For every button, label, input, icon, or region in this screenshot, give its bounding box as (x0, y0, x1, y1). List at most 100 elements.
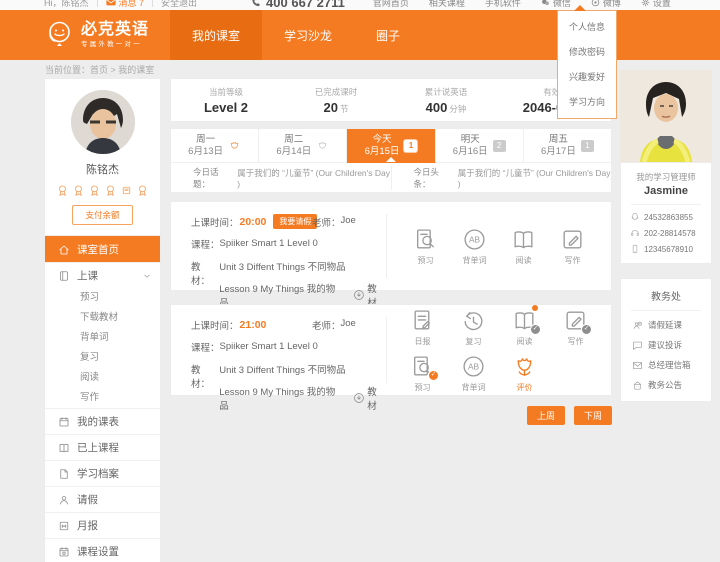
sidebar-item-label: 请假 (77, 492, 98, 507)
request-leave-button[interactable]: 我要请假 (273, 214, 317, 229)
topnav-courses[interactable]: 相关课程 (429, 0, 465, 9)
logout-link[interactable]: 安全退出 (161, 0, 197, 9)
sidebar-subitem-preview[interactable]: 预习 (45, 288, 160, 308)
action-evaluate[interactable]: 评价 (499, 354, 550, 393)
sidebar-item-learning-archive[interactable]: 学习档案 (45, 460, 160, 486)
lesson-card-1: 上课时间： 20:00 我要请假 老师： Joe 课程： Spiiker Sma… (170, 201, 612, 291)
medal-icon (104, 184, 117, 197)
sidebar-item-classroom-home[interactable]: 课室首页 (45, 236, 160, 262)
action-label: 背单词 (462, 382, 486, 393)
sidebar-item-label: 学习档案 (77, 466, 119, 481)
office-item-label: 总经理信箱 (648, 359, 691, 371)
contact-number: 202-28814578 (644, 229, 696, 238)
lesson-time: 20:00 (240, 216, 267, 228)
sidebar-item-label: 课程设置 (77, 544, 119, 559)
brand-logo[interactable]: 必克英语 专属外教一对一 (46, 10, 164, 60)
action-review[interactable]: 复习 (448, 308, 499, 347)
lesson-time: 21:00 (240, 319, 267, 331)
action-label: 阅读 (516, 255, 532, 266)
manager-qq: 24532863855 (621, 212, 711, 222)
stats-bar: 当前等级 Level 2 已完成课时 20节 累计说英语 400分钟 有效期 2… (170, 78, 612, 122)
day-tab-today[interactable]: 今天 6月15日 1 (347, 129, 435, 163)
sidebar-subitem-reading[interactable]: 阅读 (45, 368, 160, 388)
tab-my-classroom[interactable]: 我的课室 (170, 10, 262, 60)
topnav-app[interactable]: 手机软件 (485, 0, 521, 9)
menu-item-personal-info[interactable]: 个人信息 (558, 14, 616, 39)
logo-subtitle: 专属外教一对一 (81, 42, 149, 49)
day-tab-monday[interactable]: 周一 6月13日 (171, 129, 259, 163)
profile-card: 陈铭杰 支付余额 (44, 78, 161, 236)
topnav-weibo[interactable]: 微博 (591, 0, 621, 9)
tab-learning-salon[interactable]: 学习沙龙 (262, 10, 354, 60)
action-preview[interactable]: 预习 (413, 227, 438, 266)
sidebar-item-past-courses[interactable]: 已上课程 (45, 434, 160, 460)
sidebar-item-course-settings[interactable]: 课程设置 (45, 538, 160, 562)
topnav-weibo-label: 微博 (603, 0, 621, 9)
action-reading[interactable]: 阅读 (511, 227, 536, 266)
book-icon (58, 270, 70, 282)
sidebar-item-class[interactable]: 上课 (45, 262, 160, 288)
sidebar-item-my-schedule[interactable]: 我的课表 (45, 408, 160, 434)
svg-text:AB: AB (469, 234, 481, 244)
manager-photo (620, 70, 712, 162)
office-item-leave-postpone[interactable]: 请假延课 (621, 319, 711, 331)
action-reading[interactable]: 阅读 (499, 308, 550, 347)
topnav-settings[interactable]: 设置 (641, 0, 671, 9)
day-tab-tuesday[interactable]: 周二 6月14日 (259, 129, 347, 163)
action-vocabulary[interactable]: AB 背单词 (448, 354, 499, 393)
office-item-feedback[interactable]: 建议投诉 (621, 339, 711, 351)
action-preview[interactable]: 预习 (397, 354, 448, 393)
messages-link[interactable]: 消息 7 (106, 0, 145, 9)
ab-icon: AB (461, 354, 486, 379)
office-item-announcements[interactable]: 教务公告 (621, 379, 711, 391)
stat-label: 当前等级 (171, 86, 281, 98)
action-vocabulary[interactable]: AB 背单词 (462, 227, 487, 266)
leave-person-icon (632, 320, 643, 331)
medal-icon (136, 184, 149, 197)
day-tab-tomorrow[interactable]: 明天 6月16日 2 (436, 129, 524, 163)
settings-dropdown: 个人信息 修改密码 兴趣爱好 学习方向 (557, 10, 617, 119)
action-writing[interactable]: 写作 (550, 308, 601, 347)
action-label: 背单词 (463, 255, 487, 266)
sidebar-subitem-vocabulary[interactable]: 背单词 (45, 328, 160, 348)
manager-mobile: 12345678910 (621, 244, 711, 254)
download-icon (353, 289, 365, 301)
teacher-label: 老师： (312, 215, 341, 229)
action-daily-report[interactable]: 日报 (397, 308, 448, 347)
prev-week-button[interactable]: 上周 (527, 406, 565, 425)
sidebar-item-leave[interactable]: 请假 (45, 486, 160, 512)
envelope-icon (106, 0, 116, 6)
sidebar-subitem-download-material[interactable]: 下载教材 (45, 308, 160, 328)
stat-current-level: 当前等级 Level 2 (171, 86, 281, 115)
office-title: 教务处 (631, 288, 701, 311)
day-tab-friday[interactable]: 周五 6月17日 1 (524, 129, 611, 163)
menu-item-change-password[interactable]: 修改密码 (558, 39, 616, 64)
day-name: 周一 (196, 134, 215, 146)
pay-balance-button[interactable]: 支付余额 (72, 205, 132, 225)
avatar (71, 90, 135, 154)
material-label: 教材： (191, 362, 219, 390)
sidebar-subitem-writing[interactable]: 写作 (45, 388, 160, 408)
sidebar-item-label: 已上课程 (77, 440, 119, 455)
topnav-home[interactable]: 官网首页 (373, 0, 409, 9)
done-check-icon (428, 370, 439, 381)
office-item-gm-mailbox[interactable]: 总经理信箱 (621, 359, 711, 371)
download-material-link[interactable]: 教材 (353, 384, 386, 412)
person-icon (58, 494, 70, 506)
menu-item-interests[interactable]: 兴趣爱好 (558, 64, 616, 89)
divider (152, 0, 153, 7)
lesson-count-badge: 1 (581, 140, 594, 152)
sidebar-subitem-review[interactable]: 复习 (45, 348, 160, 368)
material-lesson: Lesson 9 My Things 我的物品 (219, 384, 343, 412)
topnav-wechat[interactable]: 微信 (541, 0, 571, 9)
sidebar-item-monthly-report[interactable]: 月报 (45, 512, 160, 538)
sidebar-menu: 课室首页 上课 预习 下载教材 背单词 复习 阅读 写作 我的课表 已上课程 (44, 236, 161, 562)
chat-bubble-icon (632, 340, 643, 351)
tab-circle[interactable]: 圈子 (354, 10, 422, 60)
action-writing[interactable]: 写作 (560, 227, 585, 266)
today-topic: 今日话题： 属于我们的 “儿童节” (Our Children's Day ) (171, 166, 391, 190)
menu-item-learning-direction[interactable]: 学习方向 (558, 89, 616, 114)
hotline: 400 667 2711 (251, 0, 345, 10)
course-settings-icon (58, 546, 70, 558)
next-week-button[interactable]: 下周 (574, 406, 612, 425)
